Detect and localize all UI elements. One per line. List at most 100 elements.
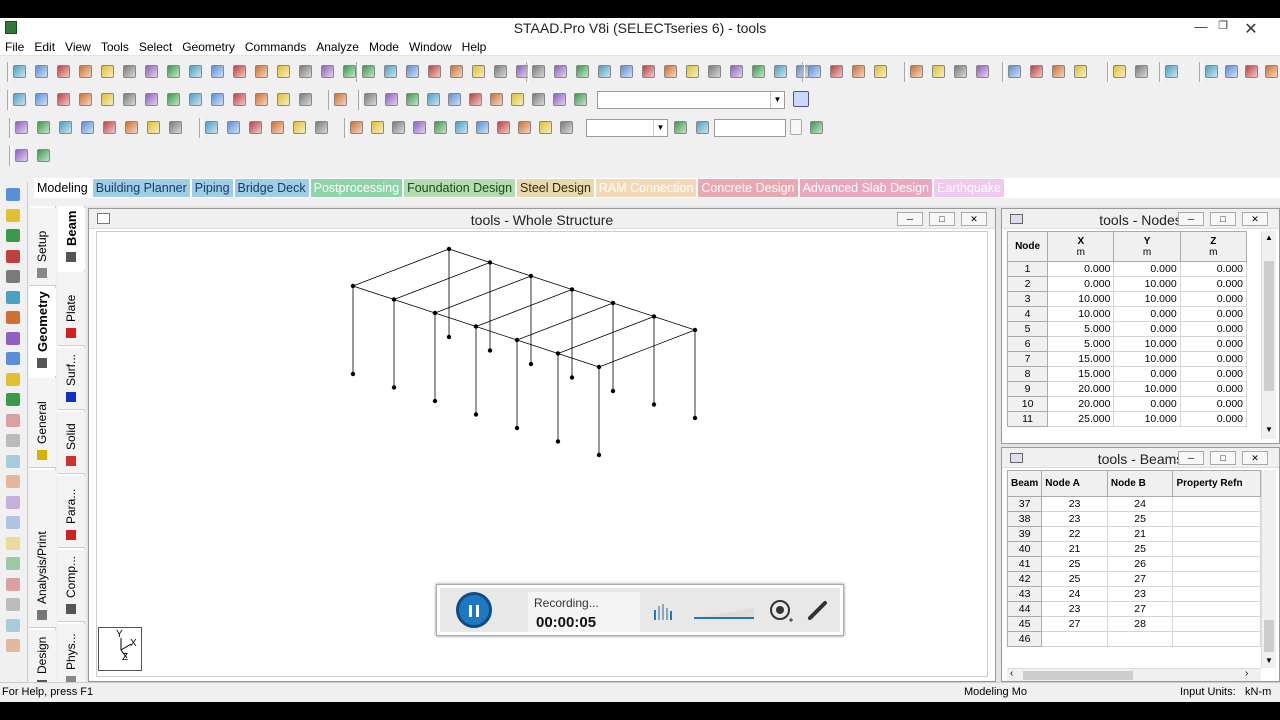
- table-cell[interactable]: [1172, 616, 1261, 632]
- view-select-dropdown[interactable]: ▼: [597, 91, 785, 109]
- toolbar-tool-icon[interactable]: [371, 121, 384, 134]
- vtab-para[interactable]: Para...: [58, 476, 85, 548]
- mode-tab-modeling[interactable]: Modeling: [34, 179, 91, 197]
- maximize-icon[interactable]: □: [1210, 212, 1236, 226]
- table-row[interactable]: 3 10.000 10.000 0.000: [1007, 291, 1248, 307]
- table-cell[interactable]: 0.000: [1179, 276, 1248, 292]
- left-tool-icon[interactable]: [6, 331, 20, 345]
- node-point[interactable]: [555, 351, 561, 356]
- toolbar-tool-icon[interactable]: [189, 65, 202, 78]
- restore-icon[interactable]: ❐: [1208, 19, 1238, 32]
- table-cell[interactable]: [1172, 541, 1261, 557]
- toolbar-tool-icon[interactable]: [490, 93, 503, 106]
- table-cell[interactable]: 23: [1106, 586, 1174, 602]
- table-cell[interactable]: 25.000: [1047, 411, 1115, 427]
- menu-edit[interactable]: Edit: [29, 38, 60, 54]
- toolbar-tool-icon[interactable]: [1008, 65, 1021, 78]
- table-cell[interactable]: 9: [1007, 381, 1049, 397]
- toolbar-tool-icon[interactable]: [101, 65, 114, 78]
- toolbar-tool-icon[interactable]: [642, 65, 655, 78]
- toolbar-tool-icon[interactable]: [808, 65, 821, 78]
- node-point[interactable]: [514, 425, 520, 431]
- table-row[interactable]: 44 23 27: [1007, 601, 1261, 617]
- toolbar-tool-icon[interactable]: [79, 65, 92, 78]
- table-cell[interactable]: 39: [1007, 526, 1043, 542]
- table-row[interactable]: 46: [1007, 631, 1261, 647]
- node-point[interactable]: [514, 337, 520, 343]
- table-row[interactable]: 1 0.000 0.000 0.000: [1007, 261, 1248, 277]
- menu-tools[interactable]: Tools: [96, 38, 134, 54]
- beam-member[interactable]: [516, 302, 614, 341]
- table-cell[interactable]: 41: [1007, 556, 1043, 572]
- menu-analyze[interactable]: Analyze: [311, 38, 364, 54]
- table-cell[interactable]: 38: [1007, 511, 1043, 527]
- toolbar-tool-icon[interactable]: [233, 65, 246, 78]
- table-cell[interactable]: 24: [1106, 496, 1174, 512]
- toolbar-tool-icon[interactable]: [167, 93, 180, 106]
- table-cell[interactable]: 8: [1007, 366, 1049, 382]
- table-cell[interactable]: 20.000: [1047, 396, 1115, 412]
- node-point[interactable]: [596, 452, 602, 458]
- vtab-general[interactable]: General: [29, 378, 56, 468]
- toolbar-tool-icon[interactable]: [385, 93, 398, 106]
- toolbar-tool-icon[interactable]: [874, 65, 887, 78]
- menu-select[interactable]: Select: [134, 38, 177, 54]
- node-point[interactable]: [350, 371, 356, 377]
- mode-tab-postprocessing[interactable]: Postprocessing: [310, 179, 403, 197]
- scroll-down-icon[interactable]: ▼: [1265, 656, 1273, 665]
- menu-geometry[interactable]: Geometry: [177, 38, 240, 54]
- nodes-scrollbar[interactable]: ▲ ▼: [1261, 231, 1276, 439]
- toolbar-grip[interactable]: [328, 90, 331, 110]
- toolbar-tool-icon[interactable]: [910, 65, 923, 78]
- node-point[interactable]: [432, 398, 438, 404]
- close-icon[interactable]: ✕: [1242, 212, 1268, 226]
- toolbar-tool-icon[interactable]: [932, 65, 945, 78]
- close-icon[interactable]: ✕: [1242, 451, 1268, 465]
- toolbar-tool-icon[interactable]: [277, 93, 290, 106]
- beam-member[interactable]: [489, 262, 532, 277]
- mode-tab-ram-connection[interactable]: RAM Connection: [595, 179, 697, 197]
- toolbar-tool-icon[interactable]: [730, 65, 743, 78]
- table-cell[interactable]: 22: [1041, 526, 1108, 542]
- table-row[interactable]: 38 23 25: [1007, 511, 1261, 527]
- table-cell[interactable]: 24: [1041, 586, 1108, 602]
- toolbar-tool-icon[interactable]: [189, 93, 202, 106]
- menu-view[interactable]: View: [60, 38, 96, 54]
- toolbar-grip[interactable]: [802, 62, 805, 82]
- toolbar-tool-icon[interactable]: [406, 65, 419, 78]
- node-point[interactable]: [350, 283, 356, 289]
- beam-member[interactable]: [475, 326, 518, 341]
- toolbar-tool-icon[interactable]: [59, 121, 72, 134]
- toolbar-tool-icon[interactable]: [15, 149, 28, 162]
- toolbar-tool-icon[interactable]: [1052, 65, 1065, 78]
- toolbar-grip[interactable]: [1107, 62, 1110, 82]
- table-cell[interactable]: 7: [1007, 351, 1049, 367]
- toolbar-tool-icon[interactable]: [539, 121, 552, 134]
- table-cell[interactable]: 0.000: [1179, 321, 1248, 337]
- table-row[interactable]: 2 0.000 10.000 0.000: [1007, 276, 1248, 292]
- toolbar-tool-icon[interactable]: [211, 65, 224, 78]
- node-point[interactable]: [473, 324, 479, 329]
- left-tool-icon[interactable]: [6, 577, 20, 591]
- node-point[interactable]: [446, 246, 452, 252]
- table-cell[interactable]: [1172, 601, 1261, 617]
- toolbar-tool-icon[interactable]: [249, 121, 262, 134]
- table-cell[interactable]: 0.000: [1179, 261, 1248, 277]
- toolbar-tool-icon[interactable]: [35, 93, 48, 106]
- vtab-analysisprint[interactable]: Analysis/Print: [29, 470, 56, 628]
- table-cell[interactable]: 10.000: [1113, 381, 1181, 397]
- toolbar-tool-icon[interactable]: [271, 121, 284, 134]
- toolbar-grip[interactable]: [344, 118, 347, 138]
- table-cell[interactable]: [1172, 556, 1261, 572]
- toolbar-tool-icon[interactable]: [532, 93, 545, 106]
- mode-tab-piping[interactable]: Piping: [191, 179, 233, 197]
- toolbar-tool-icon[interactable]: [1165, 65, 1178, 78]
- node-point[interactable]: [651, 314, 657, 319]
- col-z[interactable]: Zm: [1179, 231, 1248, 262]
- table-cell[interactable]: [1106, 631, 1174, 647]
- left-tool-icon[interactable]: [6, 475, 20, 488]
- col-prop[interactable]: Property Refn: [1172, 470, 1261, 497]
- toolbar-tool-icon[interactable]: [123, 65, 136, 78]
- beam-member[interactable]: [352, 248, 450, 287]
- table-row[interactable]: 4 10.000 0.000 0.000: [1007, 306, 1248, 322]
